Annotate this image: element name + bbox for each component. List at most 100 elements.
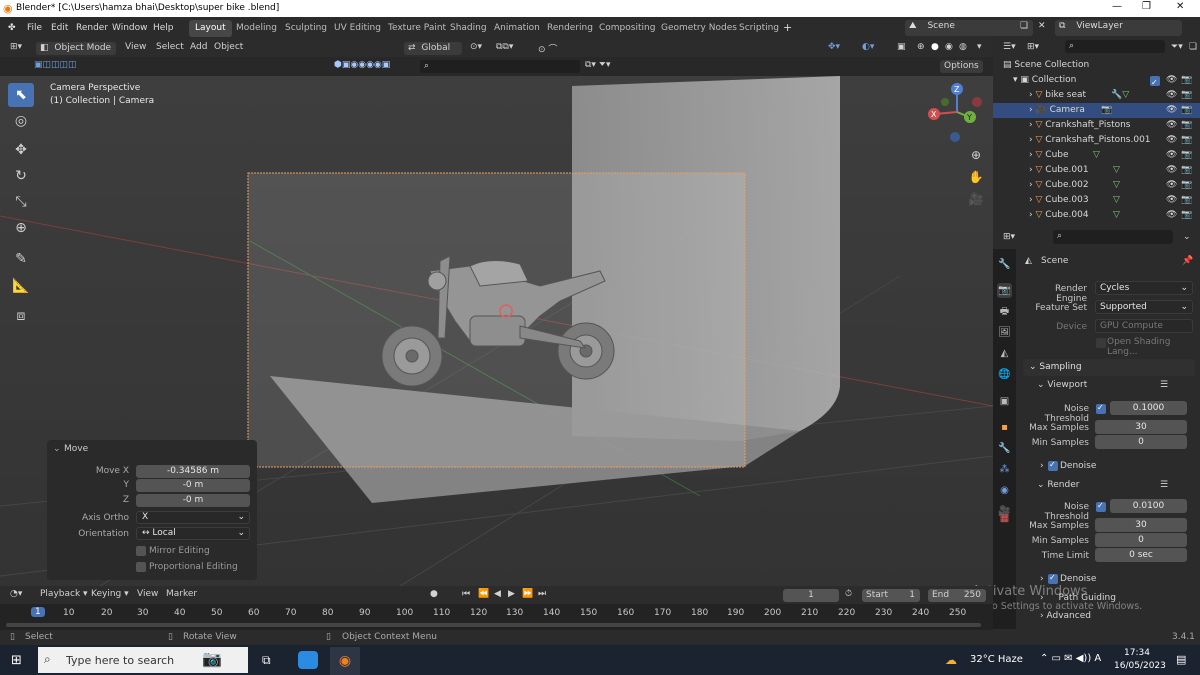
shading-material-icon[interactable]: ◉ xyxy=(945,42,953,55)
render-camera-icon[interactable]: 📷 xyxy=(1181,118,1192,133)
outliner-filter-icon[interactable]: ⏷▾ xyxy=(1171,42,1183,52)
move-z-field[interactable]: -0 m xyxy=(136,494,250,507)
menu-keying[interactable]: Keying ▾ xyxy=(91,589,129,602)
proportional-editing-checkbox[interactable] xyxy=(136,562,146,572)
scene-selector[interactable]: ⛰ Scene xyxy=(905,20,1033,36)
shading-wireframe-icon[interactable]: ⊕ xyxy=(917,42,925,55)
camera-view-icon[interactable]: 🎥 xyxy=(965,188,987,210)
visibility-eye-icon[interactable]: 👁 xyxy=(1166,208,1177,223)
tray-icons[interactable]: ⌃ ▭ ✉ ◀)) A xyxy=(1040,653,1101,664)
outliner-item-bike-seat[interactable]: › ▽ bike seat 🔧▽ 👁 📷 xyxy=(993,88,1200,103)
device-dropdown[interactable]: GPU Compute xyxy=(1095,319,1193,333)
scene-tab-icon[interactable]: ◭ xyxy=(997,346,1012,361)
menu-help[interactable]: Help xyxy=(153,23,174,33)
scale-tool-icon[interactable]: ⤡ xyxy=(8,190,34,214)
menu-timeline-view[interactable]: View xyxy=(137,589,158,602)
measure-tool-icon[interactable]: 📐 xyxy=(8,274,34,298)
rotate-tool-icon[interactable]: ↻ xyxy=(8,164,34,188)
play-icon[interactable]: ▶ xyxy=(508,589,515,602)
add-workspace-icon[interactable]: + xyxy=(783,21,792,34)
new-scene-icon[interactable]: ❏ xyxy=(1020,21,1028,31)
timeline-editor-icon[interactable]: ◔▾ xyxy=(10,589,22,602)
properties-editor-icon[interactable]: ⊞▾ xyxy=(1003,232,1015,242)
filter-icons[interactable]: ⬢▣◉◉◉◉▣ xyxy=(334,60,390,73)
outliner-collection[interactable]: ▾ ▣ Collection👁📷 xyxy=(993,73,1200,90)
render-camera-icon[interactable]: 📷 xyxy=(1181,208,1192,223)
add-cube-tool-icon[interactable]: ⧈ xyxy=(8,304,34,328)
render-camera-icon[interactable]: 📷 xyxy=(1181,103,1192,118)
clock-time[interactable]: 17:34 xyxy=(1124,648,1150,658)
object-tab-icon[interactable]: ▪ xyxy=(997,420,1012,435)
menu-edit[interactable]: Edit xyxy=(51,23,68,33)
taskbar-search-box[interactable]: ⌕ Type here to search 📷 xyxy=(38,647,248,673)
menu-playback[interactable]: Playback ▾ xyxy=(40,589,88,602)
osl-checkbox[interactable] xyxy=(1096,338,1106,348)
select-mode-icons[interactable]: ▣◫◫◫◫ xyxy=(34,60,77,73)
outliner-item-cube-003[interactable]: › ▽ Cube.003 ▽ 👁 📷 xyxy=(993,193,1200,208)
menu-view[interactable]: View xyxy=(125,42,146,55)
time-limit-field[interactable]: 0 sec xyxy=(1095,548,1187,562)
view-layer-selector[interactable]: ⧉ ViewLayer xyxy=(1055,20,1182,36)
weather-icon[interactable]: ☁ xyxy=(945,653,957,667)
pan-hand-icon[interactable]: ✋ xyxy=(965,166,987,188)
close-icon[interactable]: ✕ xyxy=(1176,1,1184,12)
overlays-icon[interactable]: ◐▾ xyxy=(862,42,874,55)
output-tab-icon[interactable]: 🖶 xyxy=(997,304,1012,319)
outliner-item-cube-002[interactable]: › ▽ Cube.002 ▽ 👁 📷 xyxy=(993,178,1200,193)
jump-end-icon[interactable]: ⏭ xyxy=(538,589,546,602)
maximize-icon[interactable]: ❐ xyxy=(1142,1,1151,12)
task-view-icon[interactable]: ⧉ xyxy=(262,653,271,668)
sampling-section-header[interactable]: ⌄ Sampling xyxy=(1023,359,1195,376)
viewport-search-input[interactable]: ⌕ xyxy=(420,60,580,73)
vp-noise-threshold-field[interactable]: 0.1000 xyxy=(1110,401,1187,415)
transform-orientation-dropdown[interactable]: ⇄ Global xyxy=(404,42,462,55)
collection-tab-icon[interactable]: ▣ xyxy=(997,394,1012,409)
visibility-eye-icon[interactable]: 👁 xyxy=(1166,148,1177,163)
r-min-samples-field[interactable]: 0 xyxy=(1095,533,1187,547)
render-camera-icon[interactable]: 📷 xyxy=(1181,73,1192,88)
tab-rendering[interactable]: Rendering xyxy=(541,20,599,37)
outliner-item-crankshaft[interactable]: › ▽ Crankshaft_Pistons 👁 📷 xyxy=(993,118,1200,133)
menu-window[interactable]: Window xyxy=(112,23,148,33)
menu-marker[interactable]: Marker xyxy=(166,589,197,602)
notification-icon[interactable]: ▤ xyxy=(1176,653,1186,666)
outliner-editor-icon[interactable]: ☰▾ xyxy=(1003,42,1016,52)
particles-tab-icon[interactable]: ⁂ xyxy=(997,462,1012,477)
tab-geometry-nodes[interactable]: Geometry Nodes xyxy=(655,20,743,37)
new-collection-icon[interactable]: ❏ xyxy=(1189,42,1197,52)
next-keyframe-icon[interactable]: ⏩ xyxy=(522,589,533,602)
pivot-icon[interactable]: ⊙▾ xyxy=(470,42,482,55)
render-camera-icon[interactable]: 📷 xyxy=(1181,163,1192,178)
vp-noise-threshold-checkbox[interactable] xyxy=(1096,403,1106,414)
windows-start-icon[interactable]: ⊞ xyxy=(11,653,22,668)
app-edge-icon[interactable] xyxy=(298,651,318,669)
orientation-dropdown[interactable]: ↔ Local ⌄ xyxy=(136,527,250,540)
axis-ortho-dropdown[interactable]: X ⌄ xyxy=(136,511,250,524)
outliner-filter-mode-icon[interactable]: ⊞▾ xyxy=(1027,42,1039,52)
visibility-eye-icon[interactable]: 👁 xyxy=(1166,193,1177,208)
navigation-gizmo[interactable]: Z X Y xyxy=(925,80,989,144)
jump-start-icon[interactable]: ⏮ xyxy=(462,589,470,602)
vp-denoise-checkbox[interactable] xyxy=(1048,460,1058,471)
tab-layout[interactable]: Layout xyxy=(189,20,232,37)
weather-text[interactable]: 32°C Haze xyxy=(970,654,1023,665)
timeline-track[interactable]: 1 10 20 30 40 50 60 70 80 90 100 110 120 130 140 150 160… xyxy=(0,604,993,630)
outliner-scene-collection[interactable]: ▤ Scene Collection xyxy=(993,58,1200,73)
timeline-scrollbar[interactable] xyxy=(6,623,981,627)
outliner-item-cube-004[interactable]: › ▽ Cube.004 ▽ 👁 📷 xyxy=(993,208,1200,223)
current-frame-field[interactable]: 1 xyxy=(783,589,839,602)
annotate-tool-icon[interactable]: ✎ xyxy=(8,247,34,271)
tab-scripting[interactable]: Scripting xyxy=(733,20,785,37)
list-icon[interactable]: ☰ xyxy=(1160,380,1168,390)
visibility-eye-icon[interactable]: 👁 xyxy=(1166,118,1177,133)
delete-scene-icon[interactable]: ✕ xyxy=(1038,21,1046,31)
view-layer-tab-icon[interactable]: 🖼 xyxy=(997,325,1012,340)
outliner-item-crankshaft-001[interactable]: › ▽ Crankshaft_Pistons.001 👁 📷 xyxy=(993,133,1200,148)
menu-add[interactable]: Add xyxy=(190,42,207,55)
shading-options-icon[interactable]: ▾ xyxy=(977,42,982,55)
visibility-eye-icon[interactable]: 👁 xyxy=(1166,178,1177,193)
minimize-icon[interactable]: — xyxy=(1112,1,1122,12)
menu-select[interactable]: Select xyxy=(156,42,184,55)
tab-uv-editing[interactable]: UV Editing xyxy=(328,20,387,37)
r-denoise-checkbox[interactable] xyxy=(1048,573,1058,584)
